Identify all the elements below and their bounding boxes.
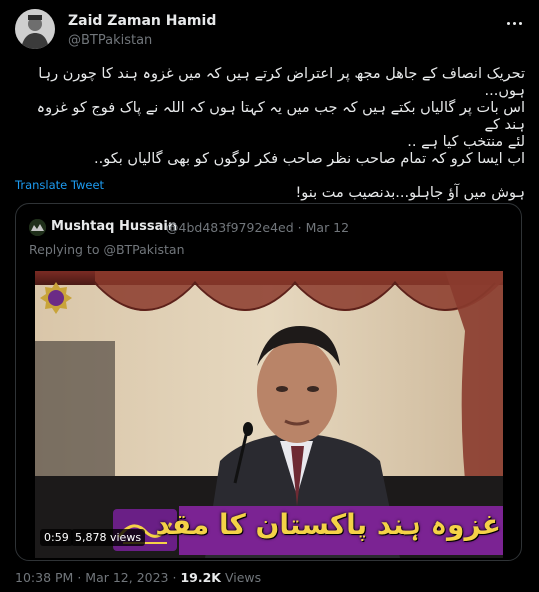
video-views: 5,878 views [71, 529, 146, 546]
quote-date[interactable]: Mar 12 [306, 220, 349, 235]
tweet: Zaid Zaman Hamid @BTPakistan تحریک انصاف… [0, 0, 539, 592]
tweet-text-line: لئے منتخب کیا ہے .. [407, 134, 525, 150]
views-count: 19.2K [180, 570, 221, 585]
author-avatar[interactable] [15, 9, 55, 49]
separator: · [77, 570, 82, 585]
quote-author-meta: @4bd483f9792e4ed · Mar 12 [166, 220, 349, 235]
author-handle[interactable]: @BTPakistan [68, 33, 152, 48]
quote-author-avatar[interactable] [29, 219, 46, 236]
video-player[interactable]: غزوہ ہند پاکستان کا مقد 0:59 5,878 views [35, 271, 503, 558]
separator: · [172, 570, 177, 585]
tweet-footer: 10:38 PM · Mar 12, 2023 · 19.2K Views [15, 570, 261, 585]
tweet-date[interactable]: Mar 12, 2023 [85, 570, 168, 585]
author-name[interactable]: Zaid Zaman Hamid [68, 13, 216, 29]
video-caption: غزوہ ہند پاکستان کا مقد [155, 508, 501, 541]
quoted-tweet[interactable]: Mushtaq Hussain @4bd483f9792e4ed · Mar 1… [15, 203, 522, 561]
translate-tweet-link[interactable]: Translate Tweet [15, 178, 104, 192]
views-label: Views [224, 570, 262, 585]
tweet-time[interactable]: 10:38 PM [15, 570, 73, 585]
quote-author-handle[interactable]: @4bd483f9792e4ed [166, 220, 294, 235]
separator: · [297, 220, 302, 235]
channel-logo-icon [39, 281, 73, 315]
tweet-text-line: اس بات پر گالیاں بکتے ہیں کہ جب میں یہ ک… [36, 100, 525, 133]
more-dots-icon[interactable] [503, 14, 525, 32]
replying-to: Replying to @BTPakistan [29, 242, 185, 257]
tweet-text-line: اب ایسا کرو کہ تمام صاحب نظر صاحب فکر لو… [94, 151, 525, 167]
video-timestamp: 0:59 [40, 529, 73, 546]
tweet-text-line: تحریک انصاف کے جاھل مجھ پر اعتراض کرتے ہ… [38, 66, 525, 99]
quote-author-name[interactable]: Mushtaq Hussain [51, 219, 177, 234]
